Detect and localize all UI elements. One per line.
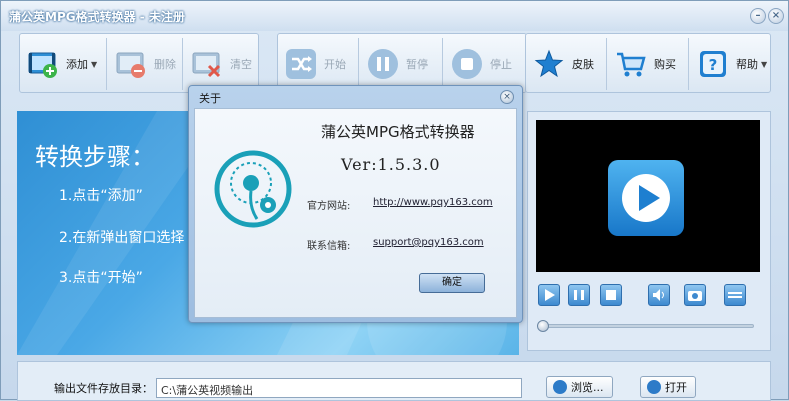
start-button[interactable]: 开始 [278, 36, 356, 92]
separator [106, 38, 107, 90]
email-link[interactable]: support@pqy163.com [373, 237, 484, 248]
open-label: 打开 [665, 381, 687, 394]
preview-panel [527, 111, 771, 351]
about-version: Ver:1.5.3.0 [341, 155, 441, 174]
about-dialog: 关于 × 蒲公英MPG格式转换器 Ver:1.5.3.0 官方网站: http:… [188, 85, 523, 323]
clear-button[interactable]: 清空 [184, 36, 260, 92]
help-icon: ? [696, 47, 730, 81]
open-icon [647, 380, 661, 394]
clear-label: 清空 [230, 58, 252, 71]
separator [688, 38, 689, 90]
browse-icon [553, 380, 567, 394]
stop-label: 停止 [490, 58, 512, 71]
separator [606, 38, 607, 90]
browse-label: 浏览... [571, 381, 604, 394]
separator [358, 38, 359, 90]
email-label: 联系信箱: [307, 241, 351, 252]
play-icon[interactable] [608, 160, 684, 236]
stop-icon [450, 47, 484, 81]
pause-label: 暂停 [406, 58, 428, 71]
film-add-icon [26, 47, 60, 81]
ok-button[interactable]: 确定 [419, 273, 485, 293]
website-link[interactable]: http://www.pqy163.com [373, 197, 493, 208]
main-window: 蒲公英MPG格式转换器 - 未注册 – × 添加 ▼ 删除 清空 开始 暂停 停… [0, 0, 789, 401]
cart-icon [614, 47, 648, 81]
video-preview [536, 120, 760, 272]
title-bar: 蒲公英MPG格式转换器 - 未注册 – × [1, 1, 788, 31]
start-label: 开始 [324, 58, 346, 71]
shuffle-icon [284, 47, 318, 81]
skin-label: 皮肤 [572, 58, 594, 71]
misc-group: 皮肤 购买 ? 帮助 ▼ [525, 33, 771, 93]
output-bar: 输出文件存放目录： C:\蒲公英视频输出 浏览... 打开 [17, 361, 771, 401]
step-3: 3.点击“开始” [59, 270, 143, 286]
buy-label: 购买 [654, 58, 676, 71]
help-label: 帮助 [736, 58, 758, 71]
about-title: 关于 [199, 92, 221, 105]
pause-button[interactable]: 暂停 [360, 36, 440, 92]
camera-button[interactable] [684, 284, 706, 306]
step-1: 1.点击“添加” [59, 188, 143, 204]
minimize-button[interactable]: – [750, 8, 766, 24]
separator [442, 38, 443, 90]
file-group: 添加 ▼ 删除 清空 [19, 33, 259, 93]
output-path-input[interactable]: C:\蒲公英视频输出 [156, 378, 522, 398]
window-title: 蒲公英MPG格式转换器 - 未注册 [9, 10, 185, 24]
add-label: 添加 [66, 58, 88, 71]
step-2: 2.在新弹出窗口选择 [59, 230, 185, 246]
control-group: 开始 暂停 停止 [277, 33, 527, 93]
film-clear-icon [190, 47, 224, 81]
dandelion-logo-icon [213, 149, 293, 229]
pause-icon [366, 47, 400, 81]
website-label: 官方网站: [307, 201, 351, 212]
volume-button[interactable] [648, 284, 670, 306]
seek-slider[interactable] [537, 320, 754, 332]
open-button[interactable]: 打开 [640, 376, 696, 398]
stop-button[interactable] [600, 284, 622, 306]
chevron-down-icon: ▼ [91, 59, 98, 69]
stop-button[interactable]: 停止 [444, 36, 526, 92]
pause-button[interactable] [568, 284, 590, 306]
browse-button[interactable]: 浏览... [546, 376, 613, 398]
skin-button[interactable]: 皮肤 [526, 36, 604, 92]
svg-text:?: ? [709, 56, 718, 74]
close-icon[interactable]: × [500, 90, 514, 104]
about-body: 蒲公英MPG格式转换器 Ver:1.5.3.0 官方网站: http://www… [194, 108, 517, 318]
fullscreen-button[interactable] [724, 284, 746, 306]
add-button[interactable]: 添加 ▼ [20, 36, 106, 92]
separator [182, 38, 183, 90]
steps-title: 转换步骤： [35, 143, 155, 171]
seek-knob[interactable] [537, 320, 549, 332]
delete-button[interactable]: 删除 [108, 36, 180, 92]
film-delete-icon [114, 47, 148, 81]
delete-label: 删除 [154, 58, 176, 71]
star-icon [532, 47, 566, 81]
chevron-down-icon: ▼ [761, 59, 768, 69]
play-button[interactable] [538, 284, 560, 306]
help-button[interactable]: ? 帮助 ▼ [690, 36, 772, 92]
buy-button[interactable]: 购买 [608, 36, 686, 92]
about-app-name: 蒲公英MPG格式转换器 [321, 123, 475, 141]
output-label: 输出文件存放目录： [54, 382, 153, 395]
close-button[interactable]: × [768, 8, 784, 24]
